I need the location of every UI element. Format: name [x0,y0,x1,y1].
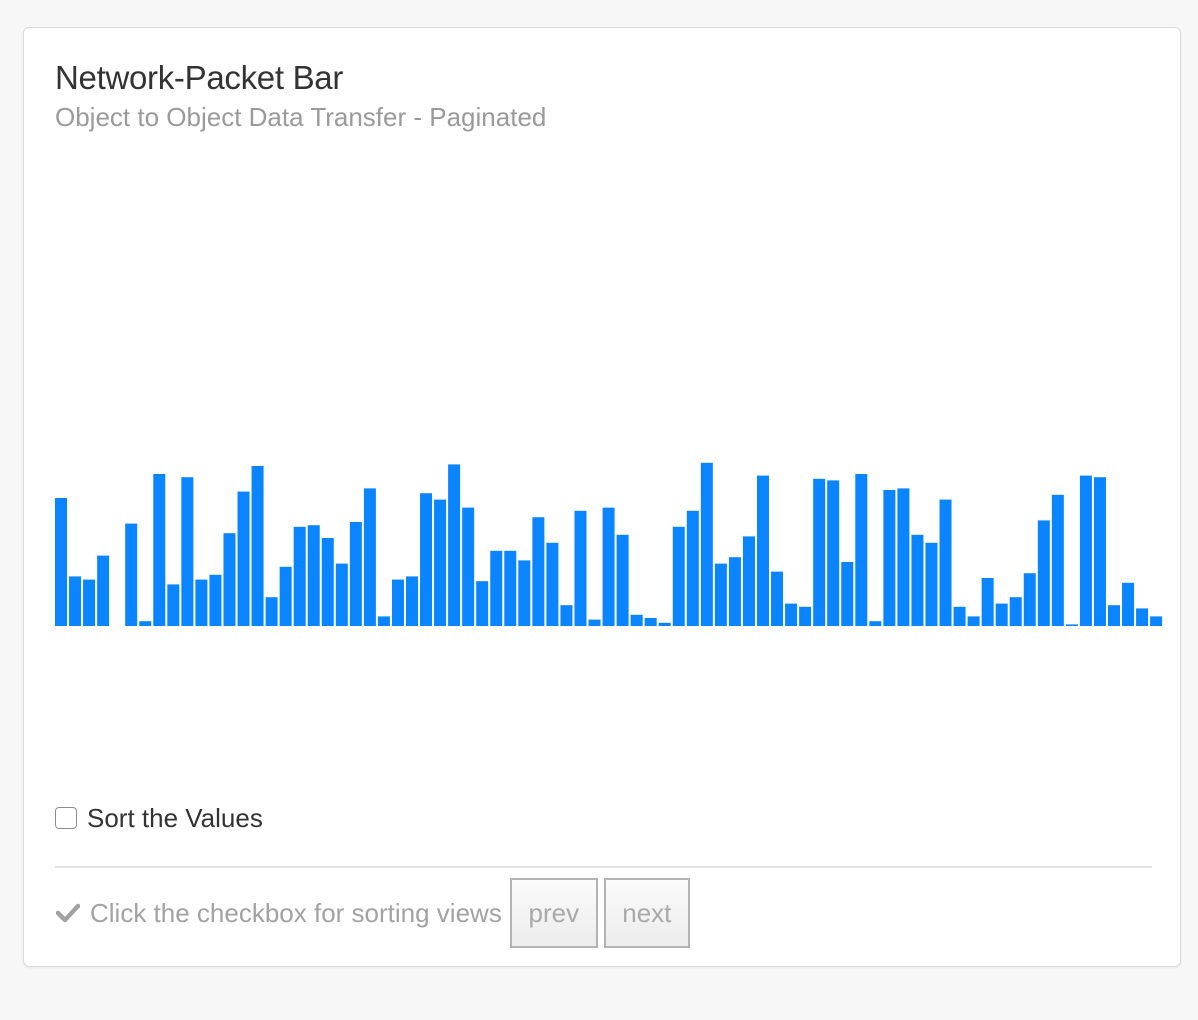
bar-54 [799,606,812,626]
bar-79 [1150,616,1163,626]
footer-divider [55,866,1152,868]
bar-59 [869,621,882,626]
bar-60 [883,490,896,626]
bar-53 [785,603,798,626]
bar-73 [1065,624,1078,626]
bar-7 [139,621,152,626]
bar-22 [349,522,362,626]
bar-4 [97,555,110,626]
bar-55 [813,478,826,626]
bar-48 [714,563,727,626]
bar-3 [83,579,96,626]
bar-58 [855,474,868,626]
bar-12 [209,574,222,626]
bar-52 [771,571,784,626]
bar-47 [700,462,713,626]
bar-67 [981,578,994,626]
bar-34 [518,560,531,626]
bar-33 [504,550,517,626]
bar-70 [1023,573,1036,626]
bar-71 [1037,520,1050,626]
bar-14 [237,491,250,626]
bar-68 [995,603,1008,626]
bar-8 [153,474,166,626]
bar-30 [462,507,475,626]
bar-32 [490,550,503,626]
check-icon [55,900,81,926]
bar-64 [939,499,952,626]
chart-card: Network-Packet Bar Object to Object Data… [23,27,1181,967]
bar-78 [1136,608,1149,626]
bar-45 [672,526,685,626]
bar-21 [335,563,348,626]
bar-65 [953,606,966,626]
bar-46 [686,510,699,626]
bar-26 [406,576,418,626]
bar-37 [560,605,573,626]
bar-27 [420,493,433,626]
bar-24 [377,616,390,626]
pagination-footer: Click the checkbox for sorting views pre… [55,878,696,948]
bar-61 [897,488,910,626]
bar-75 [1093,477,1106,626]
bar-31 [476,581,489,626]
bar-44 [658,622,671,626]
bar-17 [279,566,292,626]
sort-checkbox[interactable] [55,807,77,829]
bar-19 [307,525,320,626]
sort-control[interactable]: Sort the Values [55,800,263,836]
bar-35 [532,517,545,626]
bar-15 [251,466,264,626]
bar-36 [546,542,559,626]
next-button[interactable]: next [603,878,690,948]
bar-69 [1009,597,1022,626]
sorting-hint: Click the checkbox for sorting views [90,897,502,928]
bar-29 [448,464,461,626]
bar-2 [69,576,82,626]
bar-56 [827,480,840,626]
bar-43 [644,618,657,626]
bar-72 [1051,494,1064,626]
bar-6 [125,523,138,626]
bar-40 [602,507,615,626]
bar-chart [55,462,1163,626]
prev-button[interactable]: prev [509,878,598,948]
bar-50 [742,536,755,626]
bar-77 [1122,582,1135,626]
bar-1 [55,498,67,626]
bar-39 [588,619,601,626]
sort-label[interactable]: Sort the Values [87,803,263,834]
bar-42 [630,614,643,626]
bar-62 [911,534,924,626]
bar-25 [391,579,404,626]
bar-76 [1108,605,1120,626]
bar-66 [967,616,980,626]
bar-20 [321,538,334,626]
bar-11 [195,579,208,626]
bar-38 [574,510,587,626]
bar-9 [167,584,180,626]
bar-63 [925,542,938,626]
bar-16 [265,597,278,626]
bar-23 [363,488,376,626]
bar-49 [728,557,741,626]
bar-41 [616,534,629,626]
bar-10 [181,477,194,626]
bar-18 [293,526,306,626]
bar-57 [841,562,854,626]
bar-51 [757,475,769,626]
bar-13 [223,533,236,626]
bar-28 [434,499,447,626]
bar-74 [1079,475,1092,626]
